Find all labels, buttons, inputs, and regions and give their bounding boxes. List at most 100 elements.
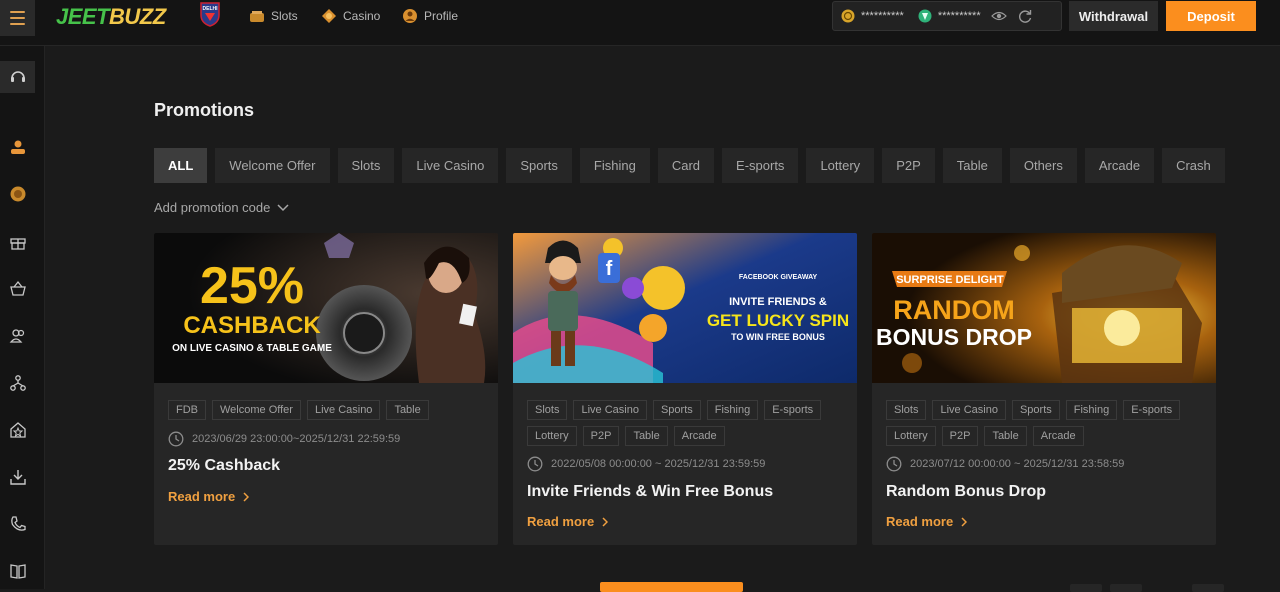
tab-live-casino[interactable]: Live Casino bbox=[402, 148, 499, 183]
tab-crash[interactable]: Crash bbox=[1162, 148, 1225, 183]
top-bar: JEETBUZZ DELHI Slots Casino Profile ****… bbox=[0, 0, 1280, 46]
tab-slots[interactable]: Slots bbox=[337, 148, 395, 183]
svg-text:f: f bbox=[606, 258, 613, 280]
slots-icon bbox=[250, 11, 264, 22]
tab-table[interactable]: Table bbox=[942, 148, 1002, 183]
nav-casino[interactable]: Casino bbox=[321, 8, 380, 24]
withdrawal-button[interactable]: Withdrawal bbox=[1069, 1, 1158, 31]
tag: P2P bbox=[941, 426, 979, 446]
home-badge-icon bbox=[9, 422, 26, 438]
tab-p2p[interactable]: P2P bbox=[882, 148, 935, 183]
read-more-label: Read more bbox=[886, 514, 954, 529]
banner-top-text: FACEBOOK GIVEAWAY bbox=[739, 274, 818, 281]
add-promotion-code-toggle[interactable]: Add promotion code bbox=[154, 200, 289, 215]
tag: Fishing bbox=[706, 400, 759, 420]
download-icon bbox=[9, 470, 26, 485]
tag: FDB bbox=[168, 400, 206, 420]
logo-text-2: BUZZ bbox=[109, 4, 166, 29]
tag: P2P bbox=[582, 426, 620, 446]
tag: Table bbox=[386, 400, 429, 420]
read-more-label: Read more bbox=[527, 514, 595, 529]
tab-lottery[interactable]: Lottery bbox=[806, 148, 875, 183]
bonus-wallet-icon bbox=[918, 9, 932, 23]
tag-list: Slots Live Casino Sports Fishing E-sport… bbox=[527, 400, 847, 446]
promo-banner-invite[interactable]: f FACEBOOK GIVEAWAY INVITE FRIENDS & GET… bbox=[513, 233, 857, 383]
sidebar-item-gift[interactable] bbox=[0, 226, 35, 258]
nav-profile[interactable]: Profile bbox=[402, 8, 458, 24]
tag: Arcade bbox=[1032, 426, 1084, 446]
logo-text-1: JEET bbox=[56, 4, 110, 29]
sidebar-item-home[interactable] bbox=[0, 414, 35, 446]
tag: Slots bbox=[527, 400, 568, 420]
read-more-link[interactable]: Read more bbox=[527, 514, 609, 529]
pagination-button[interactable] bbox=[1192, 584, 1224, 592]
promo-title: Random Bonus Drop bbox=[886, 483, 1046, 500]
tab-all[interactable]: ALL bbox=[154, 148, 208, 183]
sidebar-item-members[interactable] bbox=[0, 320, 35, 352]
tab-fishing[interactable]: Fishing bbox=[579, 148, 650, 183]
hamburger-menu-button[interactable] bbox=[0, 0, 35, 36]
sidebar-item-book[interactable] bbox=[0, 555, 35, 587]
clock-icon bbox=[527, 456, 543, 472]
chevron-down-icon bbox=[277, 203, 289, 211]
tab-card[interactable]: Card bbox=[657, 148, 715, 183]
eye-icon[interactable] bbox=[990, 9, 1007, 23]
refresh-icon[interactable] bbox=[1017, 8, 1033, 24]
chevron-right-icon bbox=[243, 491, 250, 502]
tab-e-sports[interactable]: E-sports bbox=[722, 148, 799, 183]
user-icon bbox=[10, 140, 25, 154]
tag: Lottery bbox=[886, 426, 936, 446]
load-more-button[interactable] bbox=[600, 582, 743, 592]
banner-small-text: ON LIVE CASINO & TABLE GAME bbox=[172, 343, 332, 354]
promo-banner-random-drop[interactable]: SURPRISE DELIGHT RANDOM BONUS DROP bbox=[872, 233, 1216, 383]
tab-sports[interactable]: Sports bbox=[506, 148, 572, 183]
sidebar-item-referral[interactable] bbox=[0, 367, 35, 399]
promo-date: 2023/07/12 00:00:00 ~ 2025/12/31 23:58:5… bbox=[886, 456, 1124, 472]
invite-banner-image: f FACEBOOK GIVEAWAY INVITE FRIENDS & GET… bbox=[513, 233, 857, 383]
banner-line2-text: BONUS DROP bbox=[876, 324, 1032, 350]
promo-title: Invite Friends & Win Free Bonus bbox=[527, 483, 774, 500]
read-more-link[interactable]: Read more bbox=[168, 489, 250, 504]
sidebar-item-phone[interactable] bbox=[0, 508, 35, 540]
tag: Sports bbox=[652, 400, 701, 420]
tab-welcome-offer[interactable]: Welcome Offer bbox=[215, 148, 330, 183]
nav-slots[interactable]: Slots bbox=[249, 8, 298, 24]
tab-others[interactable]: Others bbox=[1009, 148, 1077, 183]
nav-casino-label: Casino bbox=[343, 9, 381, 23]
team-badge-icon: DELHI bbox=[200, 2, 220, 27]
tag: E-sports bbox=[1123, 400, 1181, 420]
banner-line3-text: TO WIN FREE BONUS bbox=[731, 332, 825, 342]
tag-list: Slots Live Casino Sports Fishing E-sport… bbox=[886, 400, 1206, 446]
deposit-button[interactable]: Deposit bbox=[1166, 1, 1256, 31]
promo-code-label: Add promotion code bbox=[154, 200, 271, 215]
promo-date: 2023/06/29 23:00:00~2025/12/31 22:59:59 bbox=[168, 431, 400, 447]
promo-card[interactable]: f FACEBOOK GIVEAWAY INVITE FRIENDS & GET… bbox=[513, 233, 857, 545]
banner-line1-text: INVITE FRIENDS & bbox=[729, 296, 827, 308]
sidebar-item-user[interactable] bbox=[0, 131, 35, 163]
tag: Table bbox=[625, 426, 668, 446]
tag: Table bbox=[984, 426, 1027, 446]
clock-icon bbox=[886, 456, 902, 472]
sidebar-item-coin[interactable] bbox=[0, 178, 35, 210]
promo-date-text: 2023/07/12 00:00:00 ~ 2025/12/31 23:58:5… bbox=[910, 458, 1125, 470]
badge-text: DELHI bbox=[203, 6, 219, 12]
pagination-button[interactable] bbox=[1110, 584, 1142, 592]
read-more-link[interactable]: Read more bbox=[886, 514, 968, 529]
sidebar-item-download[interactable] bbox=[0, 461, 35, 493]
promo-date: 2022/05/08 00:00:00 ~ 2025/12/31 23:59:5… bbox=[527, 456, 765, 472]
pagination-button[interactable] bbox=[1070, 584, 1102, 592]
sidebar-item-vip[interactable] bbox=[0, 273, 35, 305]
tag-list: FDB Welcome Offer Live Casino Table bbox=[168, 400, 488, 420]
wallet-balance: ********** ********** bbox=[832, 1, 1062, 31]
promo-banner-cashback[interactable]: 25% CASHBACK ON LIVE CASINO & TABLE GAME bbox=[154, 233, 498, 383]
tab-arcade[interactable]: Arcade bbox=[1084, 148, 1155, 183]
promo-card[interactable]: 25% CASHBACK ON LIVE CASINO & TABLE GAME… bbox=[154, 233, 498, 545]
site-logo[interactable]: JEETBUZZ bbox=[56, 4, 166, 30]
promo-card[interactable]: SURPRISE DELIGHT RANDOM BONUS DROP Slots… bbox=[872, 233, 1216, 545]
promo-date-text: 2022/05/08 00:00:00 ~ 2025/12/31 23:59:5… bbox=[551, 458, 766, 470]
tag: Fishing bbox=[1065, 400, 1118, 420]
gift-icon bbox=[9, 238, 26, 250]
tag: Welcome Offer bbox=[212, 400, 301, 420]
sidebar-item-support[interactable] bbox=[0, 61, 35, 93]
nav-profile-label: Profile bbox=[424, 9, 459, 23]
